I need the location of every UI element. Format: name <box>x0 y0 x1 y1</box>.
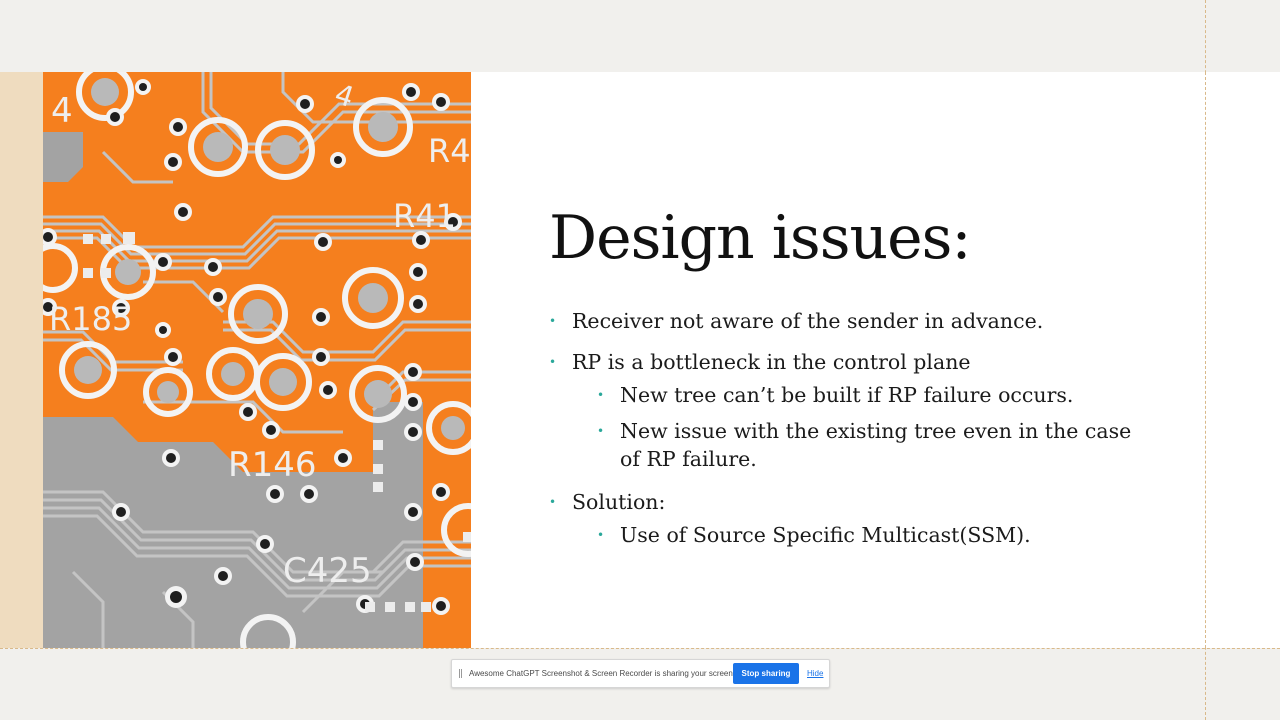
bullet-dot-icon: • <box>549 314 557 328</box>
bullet-dot-icon: • <box>597 528 605 542</box>
bullet-item: • RP is a bottleneck in the control plan… <box>549 347 1189 377</box>
slide-title: Design issues: <box>549 203 972 273</box>
guide-line-horizontal <box>0 648 1280 649</box>
bullet-dot-icon: • <box>597 388 605 402</box>
silkscreen-label-4a: 4 <box>51 91 73 131</box>
bullet-list: • Receiver not aware of the sender in ad… <box>549 306 1189 557</box>
bullet-dot-icon: • <box>597 424 605 438</box>
screen: 4 4 R4 R41 R185 R146 C425 Design issues:… <box>0 0 1280 720</box>
slide-guide-line <box>1205 72 1206 648</box>
sub-bullet-text: New issue with the existing tree even in… <box>620 419 1132 471</box>
silkscreen-label-r4: R4 <box>428 132 471 170</box>
drag-handle-icon[interactable] <box>459 669 462 678</box>
bullet-dot-icon: • <box>549 355 557 369</box>
sub-bullet-text: New tree can’t be built if RP failure oc… <box>620 383 1074 407</box>
bullet-item: • Solution: <box>549 487 1189 517</box>
circuit-board-image: 4 4 R4 R41 R185 R146 C425 <box>43 72 471 648</box>
bullet-text: Receiver not aware of the sender in adva… <box>572 309 1044 333</box>
silkscreen-label-r146: R146 <box>228 445 317 485</box>
silkscreen-label-c425: C425 <box>283 551 372 591</box>
sub-bullet-item: • New issue with the existing tree even … <box>549 417 1140 473</box>
bullet-item: • Receiver not aware of the sender in ad… <box>549 306 1189 336</box>
bullet-dot-icon: • <box>549 495 557 509</box>
silkscreen-label-r185: R185 <box>49 300 132 338</box>
silkscreen-label-4b: 4 <box>331 77 358 114</box>
circuit-board-graphic: 4 4 R4 R41 R185 R146 C425 <box>43 72 471 648</box>
share-message: Awesome ChatGPT Screenshot & Screen Reco… <box>469 669 736 678</box>
stop-sharing-button[interactable]: Stop sharing <box>733 663 799 684</box>
silkscreen-label-r41: R41 <box>393 197 456 235</box>
bullet-text: RP is a bottleneck in the control plane <box>572 350 971 374</box>
hide-link[interactable]: Hide <box>807 660 823 687</box>
sub-bullet-item: • New tree can’t be built if RP failure … <box>549 381 1189 409</box>
bullet-text: Solution: <box>572 490 666 514</box>
sub-bullet-text: Use of Source Specific Multicast(SSM). <box>620 523 1031 547</box>
screen-share-bar: Awesome ChatGPT Screenshot & Screen Reco… <box>451 659 830 688</box>
sub-bullet-item: • Use of Source Specific Multicast(SSM). <box>549 521 1189 549</box>
slide-accent-strip <box>0 72 43 648</box>
